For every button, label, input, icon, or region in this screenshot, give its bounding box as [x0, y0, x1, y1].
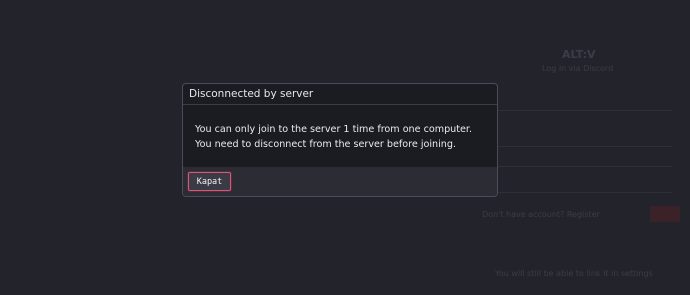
- background-field: [482, 178, 672, 193]
- background-field: [482, 152, 672, 167]
- dialog-header: Disconnected by server: [183, 84, 497, 105]
- background-note: You will still be able to link it in set…: [495, 269, 653, 278]
- dialog-title: Disconnected by server: [189, 88, 314, 100]
- disconnect-dialog: Disconnected by server You can only join…: [182, 83, 498, 197]
- background-register-link: Don't have account? Register: [482, 210, 600, 219]
- dialog-body: You can only join to the server 1 time f…: [183, 105, 497, 167]
- background-logo: ALT:V: [562, 48, 596, 61]
- background-field: [482, 132, 672, 147]
- dialog-message: You can only join to the server 1 time f…: [195, 124, 473, 150]
- background-subtitle: Log in via Discord: [542, 64, 614, 73]
- dialog-footer: Kapat: [183, 167, 497, 196]
- background-register-button: [650, 206, 680, 222]
- background-field: [482, 96, 672, 111]
- background-login-panel: ALT:V Log in via Discord Don't have acco…: [470, 40, 680, 290]
- close-button[interactable]: Kapat: [188, 172, 231, 191]
- page: ALT:V Log in via Discord Don't have acco…: [0, 0, 690, 295]
